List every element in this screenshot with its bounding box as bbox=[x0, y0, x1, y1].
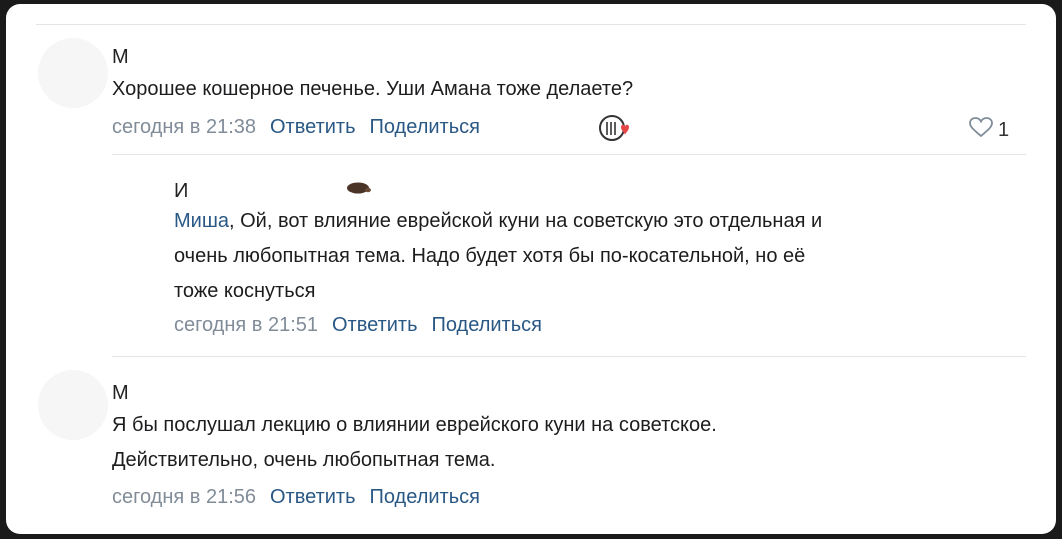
reply-button[interactable]: Ответить bbox=[270, 116, 356, 138]
mention-link[interactable]: Миша bbox=[174, 210, 229, 232]
avatar[interactable] bbox=[38, 38, 108, 108]
comment-timestamp: сегодня в 21:51 bbox=[174, 314, 318, 336]
reaction-icon[interactable] bbox=[598, 114, 632, 144]
like-count: 1 bbox=[998, 118, 1010, 141]
avatar[interactable] bbox=[38, 370, 108, 440]
comment-text-line: тоже коснуться bbox=[174, 280, 316, 302]
comment-timestamp: сегодня в 21:38 bbox=[112, 116, 256, 138]
share-button[interactable]: Поделиться bbox=[370, 486, 480, 508]
comment-text-line: Действительно, очень любопытная тема. bbox=[112, 449, 496, 471]
comment-text-line: очень любопытная тема. Надо будет хотя б… bbox=[174, 245, 806, 267]
reply-button[interactable]: Ответить bbox=[332, 314, 418, 336]
comment-author[interactable]: И bbox=[174, 180, 188, 203]
divider bbox=[36, 24, 1026, 25]
comment-text-line: , Ой, вот влияние еврейской куни на сове… bbox=[229, 210, 823, 232]
comments-panel: М Хорошее кошерное печенье. Уши Амана то… bbox=[6, 4, 1056, 534]
comment-meta: сегодня в 21:38 Ответить Поделиться bbox=[112, 116, 480, 139]
comment-text: Миша, Ой, вот влияние еврейской куни на … bbox=[174, 204, 822, 309]
divider bbox=[112, 356, 1026, 357]
divider bbox=[112, 154, 1026, 155]
comment-text: Я бы послушал лекцию о влиянии еврейског… bbox=[112, 408, 717, 478]
comment-timestamp: сегодня в 21:56 bbox=[112, 486, 256, 508]
reply-button[interactable]: Ответить bbox=[270, 486, 356, 508]
like-button[interactable]: 1 bbox=[968, 116, 1009, 144]
comment-author[interactable]: М bbox=[112, 46, 129, 69]
comment-meta: сегодня в 21:51 Ответить Поделиться bbox=[174, 314, 542, 337]
like-icon bbox=[968, 116, 994, 144]
share-button[interactable]: Поделиться bbox=[432, 314, 542, 336]
share-button[interactable]: Поделиться bbox=[370, 116, 480, 138]
comment-text-line: Я бы послушал лекцию о влиянии еврейског… bbox=[112, 414, 717, 436]
comment-meta: сегодня в 21:56 Ответить Поделиться bbox=[112, 486, 480, 509]
hedgehog-emoji-icon bbox=[346, 180, 372, 194]
comment-text: Хорошее кошерное печенье. Уши Амана тоже… bbox=[112, 78, 634, 100]
comment-author[interactable]: М bbox=[112, 382, 129, 405]
